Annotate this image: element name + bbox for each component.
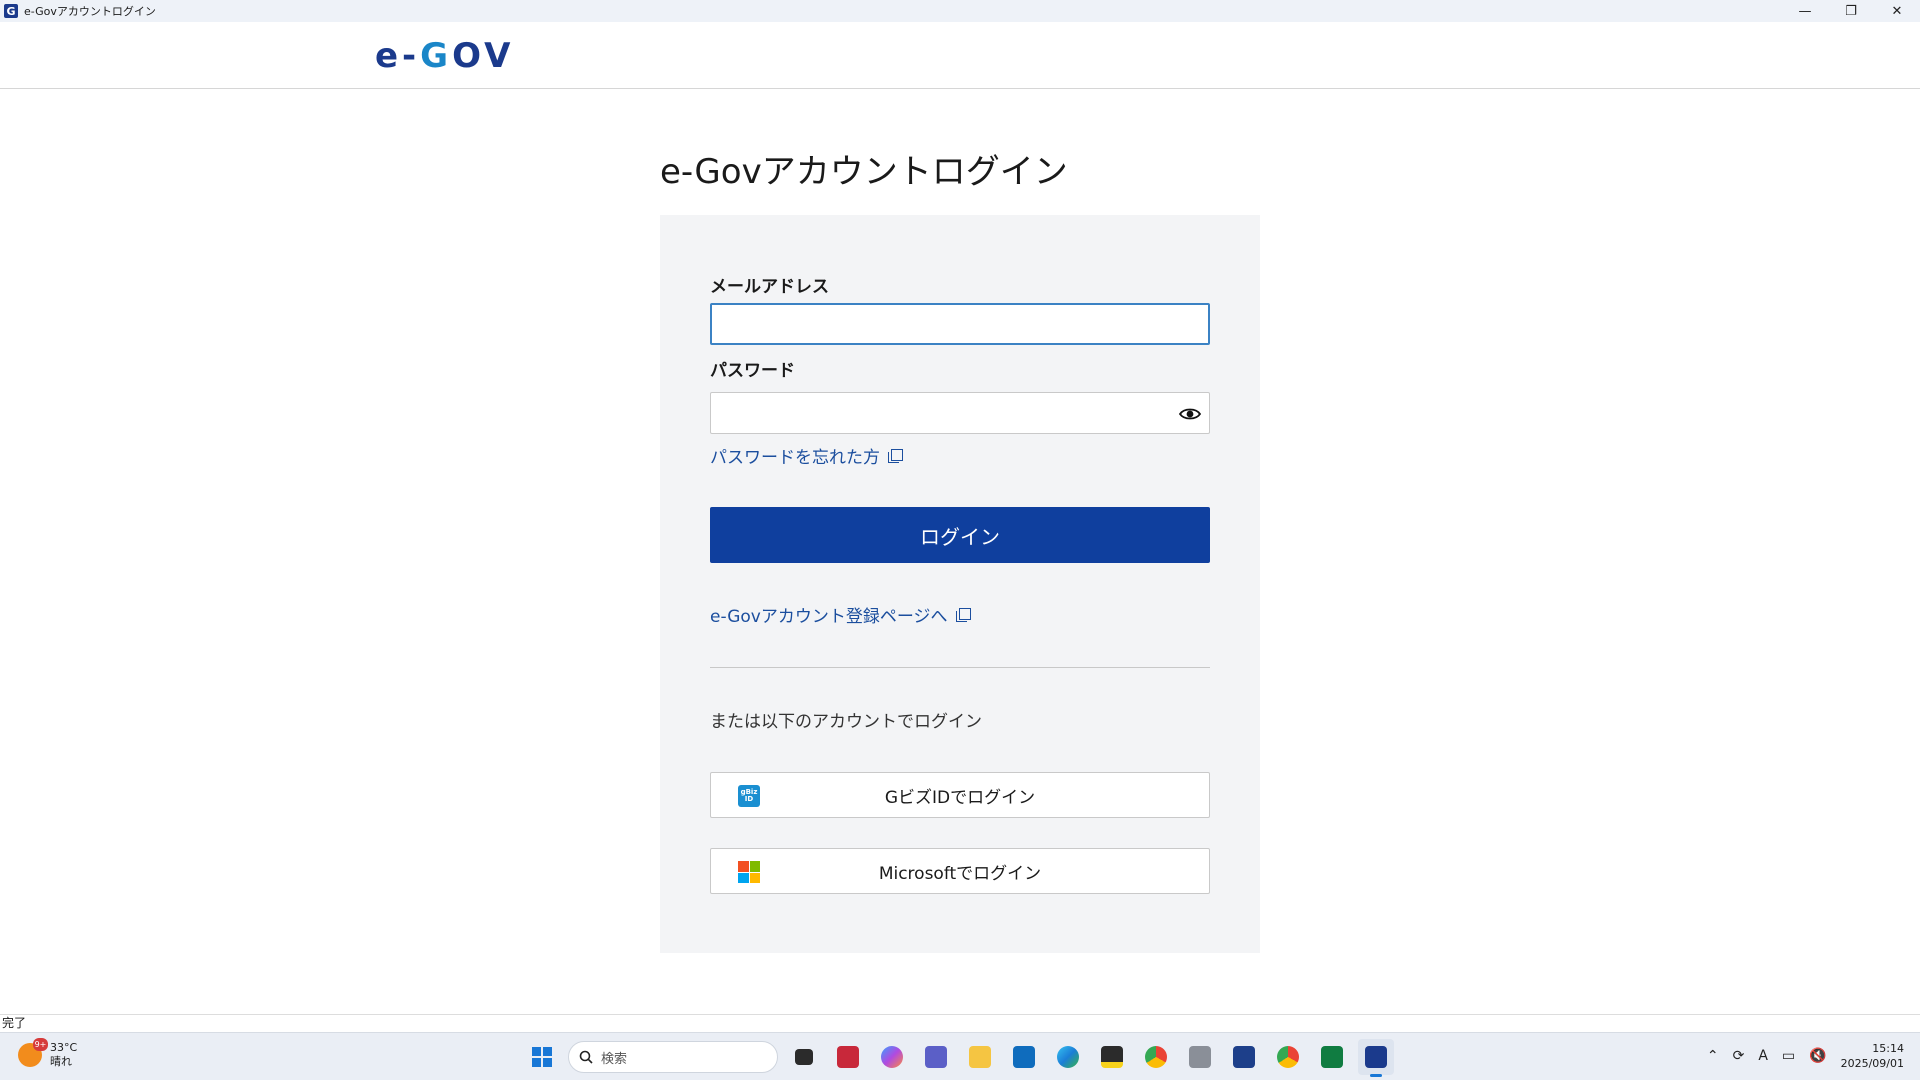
notification-badge: 9+: [33, 1038, 48, 1051]
email-label: メールアドレス: [710, 277, 829, 297]
sun-icon: 9+: [18, 1038, 48, 1067]
login-card: メールアドレス パスワード パスワードを忘れた方 ログイン e-Govアカウント…: [660, 215, 1260, 953]
gbiz-id-icon: gBiz ID: [738, 785, 760, 807]
external-link-icon: [888, 448, 903, 463]
printer-app-icon[interactable]: [1182, 1039, 1218, 1075]
excel-icon[interactable]: [1314, 1039, 1350, 1075]
sync-icon[interactable]: ⟳: [1733, 1048, 1745, 1064]
forgot-password-link[interactable]: パスワードを忘れた方: [710, 443, 903, 468]
microsoft-logo-icon: [738, 861, 760, 883]
status-bar: 完了: [0, 1014, 1920, 1032]
password-input[interactable]: [710, 392, 1210, 434]
divider: [710, 667, 1210, 668]
microsoft-login-button[interactable]: Microsoftでログイン: [710, 848, 1210, 894]
clock-time: 15:14: [1872, 1042, 1904, 1055]
weather-temp: 33°C: [50, 1041, 78, 1054]
chevron-up-icon[interactable]: ⌃: [1707, 1048, 1719, 1064]
gbiz-login-button[interactable]: gBiz ID GビズIDでログイン: [710, 772, 1210, 818]
app-red-icon[interactable]: [830, 1039, 866, 1075]
task-view-icon[interactable]: [786, 1039, 822, 1075]
app-icon: G: [4, 4, 18, 18]
close-button[interactable]: ✕: [1874, 0, 1920, 22]
teams-icon[interactable]: [918, 1039, 954, 1075]
password-label: パスワード: [710, 361, 795, 381]
copilot-icon[interactable]: [874, 1039, 910, 1075]
chrome-icon[interactable]: [1138, 1039, 1174, 1075]
window-titlebar: G e-Govアカウントログイン — ❐ ✕: [0, 0, 1920, 22]
edge-icon[interactable]: [1050, 1039, 1086, 1075]
show-password-icon[interactable]: [1179, 403, 1201, 425]
system-tray: ⌃ ⟳ A ▭ 🔇 15:14 2025/09/01: [1707, 1041, 1904, 1071]
weather-widget[interactable]: 9+ 33°C 晴れ: [18, 1038, 78, 1069]
register-link[interactable]: e-Govアカウント登録ページへ: [710, 602, 971, 627]
egov-app-icon[interactable]: [1358, 1039, 1394, 1077]
app-blue-icon[interactable]: [1226, 1039, 1262, 1075]
window-title: e-Govアカウントログイン: [24, 5, 156, 18]
ime-indicator[interactable]: A: [1758, 1048, 1768, 1064]
clock[interactable]: 15:14 2025/09/01: [1841, 1041, 1904, 1071]
window-controls: — ❐ ✕: [1782, 0, 1920, 22]
email-input[interactable]: [710, 303, 1210, 345]
file-explorer-icon[interactable]: [962, 1039, 998, 1075]
start-button[interactable]: [524, 1039, 560, 1075]
site-header: e-GOV: [0, 22, 1920, 89]
chrome-profile-icon[interactable]: [1270, 1039, 1306, 1075]
weather-desc: 晴れ: [50, 1055, 72, 1068]
login-button[interactable]: ログイン: [710, 507, 1210, 563]
alt-login-text: または以下のアカウントでログイン: [710, 712, 982, 732]
restore-button[interactable]: ❐: [1828, 0, 1874, 22]
sticky-notes-icon[interactable]: [1094, 1039, 1130, 1075]
taskbar-search[interactable]: 検索: [568, 1041, 778, 1073]
clock-date: 2025/09/01: [1840, 1057, 1904, 1070]
taskbar-apps: 検索: [524, 1039, 1394, 1077]
network-icon[interactable]: ▭: [1782, 1048, 1795, 1064]
search-icon: [579, 1050, 593, 1064]
outlook-icon[interactable]: [1006, 1039, 1042, 1075]
taskbar: 9+ 33°C 晴れ 検索 ⌃ ⟳ A ▭ 🔇 15:14 2025/09/01: [0, 1032, 1920, 1080]
external-link-icon: [955, 607, 971, 622]
page-title: e-Govアカウントログイン: [660, 152, 1068, 192]
volume-muted-icon[interactable]: 🔇: [1809, 1048, 1826, 1064]
e-gov-logo[interactable]: e-GOV: [375, 36, 514, 76]
minimize-button[interactable]: —: [1782, 0, 1828, 22]
